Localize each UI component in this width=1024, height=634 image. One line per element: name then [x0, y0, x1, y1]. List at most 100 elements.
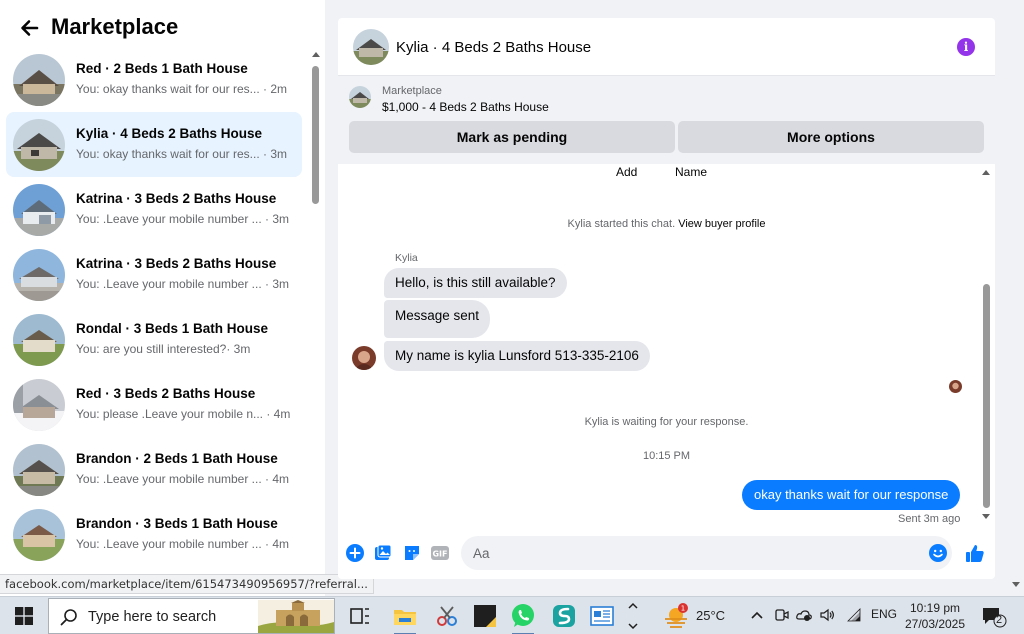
input-language[interactable]: ENG	[871, 607, 897, 621]
conversation-sidebar: Marketplace Red · 2 Beds 1 Bath House Yo…	[0, 0, 325, 596]
conversation-item-active[interactable]: Kylia · 4 Beds 2 Baths House You: okay t…	[6, 112, 302, 177]
conversation-item[interactable]: Brandon · 2 Beds 1 Bath House You: .Leav…	[6, 437, 302, 502]
news-app-icon[interactable]	[587, 601, 617, 631]
listing-price-title[interactable]: $1,000 - 4 Beds 2 Baths House	[382, 100, 549, 114]
incoming-message[interactable]: Message sent	[384, 300, 491, 338]
taskbar-search-box[interactable]: Type here to search	[48, 598, 335, 634]
listing-thumbnail	[13, 379, 65, 431]
conversation-title: Red · 3 Beds 2 Baths House	[76, 386, 256, 401]
listing-thumbnail	[13, 249, 65, 301]
whatsapp-icon	[512, 604, 534, 627]
sidebar-header: Marketplace	[0, 0, 325, 52]
conversation-title: Kylia · 4 Beds 2 Baths House	[76, 126, 263, 141]
windows-taskbar: Type here to search 1 25°C ENG 10:19 pm …	[0, 596, 1024, 634]
seen-by-avatar	[949, 380, 962, 393]
column-name-label: Name	[675, 165, 708, 179]
chat-started-notice: Kylia started this chat. View buyer prof…	[338, 218, 995, 230]
conversation-item[interactable]: Red · 3 Beds 2 Baths House You: please .…	[6, 372, 302, 437]
sidebar-scrollbar[interactable]	[309, 50, 321, 590]
show-hidden-icons-chevron-icon[interactable]	[749, 607, 765, 623]
conversation-preview: You: okay thanks wait for our res... · 2…	[76, 82, 287, 96]
weather-sun-haze-icon: 1	[665, 603, 688, 628]
listing-thumbnail	[13, 119, 65, 171]
gif-icon[interactable]: GIF	[431, 544, 449, 562]
incoming-message[interactable]: My name is kylia Lunsford 513-335-2106	[384, 341, 650, 371]
listing-thumbnail	[13, 509, 65, 561]
file-explorer-app[interactable]	[390, 601, 420, 634]
column-add-label: Add	[616, 165, 638, 179]
scroll-up-arrow-icon[interactable]	[982, 170, 990, 175]
conversation-item[interactable]: Katrina · 3 Beds 2 Baths House You: .Lea…	[6, 242, 302, 307]
listing-thumbnail	[13, 54, 65, 106]
mark-as-pending-button[interactable]: Mark as pending	[349, 121, 675, 153]
clock-date: 27/03/2025	[904, 617, 966, 631]
system-clock[interactable]: 10:19 pm 27/03/2025	[903, 600, 967, 632]
svg-text:GIF: GIF	[432, 550, 447, 559]
conversation-preview: You: .Leave your mobile number ... · 3m	[76, 277, 289, 291]
swift-app-icon[interactable]	[549, 601, 579, 631]
chat-started-text: Kylia started this chat.	[567, 218, 676, 230]
sticky-notes-icon[interactable]	[470, 601, 500, 631]
taskbar-search-placeholder: Type here to search	[88, 609, 217, 625]
notification-count: 2	[996, 614, 1003, 626]
view-buyer-profile-link[interactable]: View buyer profile	[678, 218, 765, 230]
volume-icon[interactable]	[819, 607, 835, 623]
conversation-item[interactable]: Brandon · 3 Beds 1 Bath House You: .Leav…	[6, 502, 302, 567]
more-options-button[interactable]: More options	[678, 121, 984, 153]
whatsapp-app[interactable]	[508, 601, 538, 634]
message-input[interactable]	[461, 536, 952, 570]
conversation-title: Red · 2 Beds 1 Bath House	[76, 61, 248, 76]
meet-now-icon[interactable]	[773, 607, 789, 623]
conversation-title: Rondal · 3 Beds 1 Bath House	[76, 321, 269, 336]
notification-center-button[interactable]: 2	[981, 606, 1007, 628]
sender-avatar[interactable]	[352, 346, 376, 370]
scroll-down-arrow-icon[interactable]	[982, 514, 990, 519]
listing-thumbnail[interactable]	[349, 86, 371, 108]
search-highlight-illustration-icon	[258, 600, 334, 633]
plus-circle-icon[interactable]	[346, 544, 364, 562]
outgoing-message[interactable]: okay thanks wait for our response	[742, 480, 961, 510]
waiting-notice: Kylia is waiting for your response.	[584, 416, 749, 428]
listing-banner: Marketplace $1,000 - 4 Beds 2 Baths Hous…	[338, 76, 995, 164]
folder-icon	[394, 610, 416, 625]
back-arrow-icon[interactable]	[18, 17, 40, 39]
conversation-item[interactable]: Red · 2 Beds 1 Bath House You: okay than…	[6, 47, 302, 112]
conversation-title: Katrina · 3 Beds 2 Baths House	[76, 256, 277, 271]
clock-time: 10:19 pm	[909, 601, 961, 615]
conversation-item[interactable]: Rondal · 3 Beds 1 Bath House You: are yo…	[6, 307, 302, 372]
windows-start-icon[interactable]	[15, 607, 33, 625]
notification-bubble-icon	[983, 608, 1007, 628]
info-icon[interactable]: i	[957, 38, 975, 56]
listing-thumbnail	[13, 184, 65, 236]
sidebar-title: Marketplace	[51, 14, 179, 39]
message-scroll-thumb[interactable]	[983, 284, 990, 508]
sticker-icon[interactable]	[403, 544, 421, 562]
task-view-icon[interactable]	[345, 601, 375, 631]
conversation-preview: You: please .Leave your mobile n... · 4m	[76, 407, 291, 421]
weather-widget[interactable]: 1 25°C	[662, 601, 742, 631]
snipping-tool-icon[interactable]	[432, 601, 462, 631]
conversation-preview: You: .Leave your mobile number ... · 3m	[76, 212, 289, 226]
message-thread: Add Name Kylia started this chat. View b…	[338, 164, 995, 534]
chat-panel: Kylia · 4 Beds 2 Baths House i Marketpla…	[338, 18, 995, 579]
wifi-icon[interactable]	[846, 607, 862, 623]
conversation-title: Brandon · 3 Beds 1 Bath House	[76, 516, 278, 531]
sender-name: Kylia	[395, 252, 418, 264]
conversation-item[interactable]: Katrina · 3 Beds 2 Baths House You: .Lea…	[6, 177, 302, 242]
thumbs-up-icon[interactable]	[965, 543, 985, 563]
chat-title[interactable]: Kylia · 4 Beds 2 Baths House	[396, 39, 591, 56]
emoji-icon[interactable]	[929, 544, 947, 562]
conversation-title: Brandon · 2 Beds 1 Bath House	[76, 451, 278, 466]
message-composer: GIF	[338, 534, 995, 579]
incoming-message[interactable]: Hello, is this still available?	[384, 268, 567, 298]
photo-icon[interactable]	[374, 544, 392, 562]
chat-header: Kylia · 4 Beds 2 Baths House i	[338, 18, 995, 76]
page-scroll-down-arrow-icon[interactable]	[1012, 582, 1020, 587]
sent-status: Sent 3m ago	[898, 513, 961, 525]
scroll-up-arrow-icon[interactable]	[312, 52, 320, 57]
chat-listing-avatar[interactable]	[353, 29, 389, 65]
link-status-url: facebook.com/marketplace/item/6154734909…	[0, 574, 374, 594]
onedrive-sync-icon[interactable]	[796, 607, 812, 623]
tray-scroll-chevrons-icon[interactable]	[627, 599, 639, 633]
sidebar-scroll-thumb[interactable]	[312, 66, 319, 204]
